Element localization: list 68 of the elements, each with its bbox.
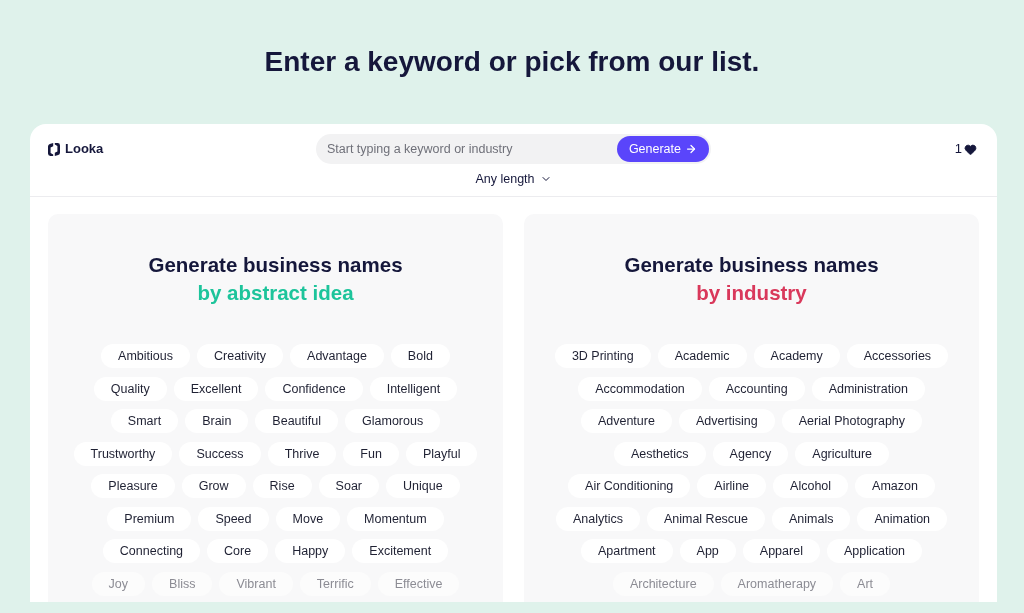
keyword-chip[interactable]: Advertising [678,409,775,433]
keyword-chip[interactable]: Intelligent [369,376,458,401]
keyword-chip[interactable]: Brain [185,409,249,433]
keyword-chip[interactable]: Premium [107,506,192,531]
keyword-chip[interactable]: Academy [753,344,840,368]
keyword-chip[interactable]: Bold [390,344,450,368]
search-field[interactable]: Start typing a keyword or industry Generate [316,134,711,164]
keyword-chip[interactable]: Quality [93,376,167,401]
keyword-chip[interactable]: Aesthetics [613,441,706,466]
generate-button[interactable]: Generate [616,136,709,162]
keyword-chip[interactable]: Accommodation [578,376,702,401]
keyword-chip[interactable]: Trustworthy [73,441,173,466]
keyword-chip[interactable]: Air Conditioning [568,474,691,498]
keyword-chip[interactable]: Fun [343,441,399,466]
keyword-chip[interactable]: Accounting [708,376,805,401]
panel-subtitle: by abstract idea [197,280,354,306]
keyword-chip[interactable]: Success [179,441,261,466]
panel-title: Generate business names [148,252,403,278]
keyword-chip[interactable]: Ambitious [101,344,190,368]
keyword-chip[interactable]: Speed [198,506,269,531]
keyword-chip[interactable]: Excitement [352,539,449,563]
keyword-chip[interactable]: Grow [181,474,246,498]
keyword-chip[interactable]: Adventure [580,409,672,433]
keyword-chip[interactable]: Amazon [855,474,935,498]
keyword-chip[interactable]: Animal Rescue [646,506,765,531]
keyword-chip[interactable]: Application [826,539,923,563]
keyword-chip[interactable]: Aerial Photography [781,409,923,433]
keyword-chip[interactable]: Administration [811,376,925,401]
keyword-chip[interactable]: App [679,539,736,563]
keyword-chip[interactable]: Smart [110,409,179,433]
keyword-chip[interactable]: Momentum [347,506,444,531]
keyword-chip[interactable]: Academic [657,344,747,368]
favorites-button[interactable]: 1 [954,139,977,159]
keyword-chip[interactable]: Happy [275,539,346,563]
length-dropdown[interactable]: Any length [475,170,552,188]
keyword-chip[interactable]: Animals [772,506,851,531]
panel-subtitle: by industry [696,280,807,306]
keyword-chip[interactable]: Airline [697,474,767,498]
keyword-chip[interactable]: Apartment [580,539,673,563]
keyword-chip[interactable]: Analytics [555,506,640,531]
keyword-chip[interactable]: Animation [857,506,948,531]
keyword-chip[interactable]: Beautiful [255,409,338,433]
keyword-chip[interactable]: Confidence [265,376,363,401]
keyword-chip[interactable]: Accessories [846,344,949,368]
keyword-chip[interactable]: Soar [318,474,379,498]
keyword-chip[interactable]: Unique [386,474,460,498]
keyword-chip[interactable]: Move [275,506,341,531]
panel-title: Generate business names [624,252,879,278]
keyword-chip[interactable]: Rise [252,474,312,498]
keyword-chip[interactable]: Pleasure [91,474,175,498]
heart-icon [964,142,977,156]
keyword-chip[interactable]: Apparel [742,539,820,563]
keyword-chip[interactable]: Agriculture [795,441,890,466]
keyword-chip[interactable]: Creativity [197,344,284,368]
keyword-chip[interactable]: Excellent [173,376,259,401]
keyword-chip[interactable]: Alcohol [773,474,849,498]
keyword-chip[interactable]: Playful [405,441,478,466]
brand-name: Looka [65,140,104,159]
keyword-chip[interactable]: Glamorous [345,409,441,433]
keyword-chip[interactable]: Agency [712,441,789,466]
keyword-chip[interactable]: Connecting [102,539,201,563]
keyword-chip[interactable]: Advantage [290,344,384,368]
keyword-chip[interactable]: 3D Printing [554,344,651,368]
keyword-chip[interactable]: Core [207,539,269,563]
logo-mark-icon [48,142,60,156]
arrow-right-icon [685,143,697,155]
page-heading: Enter a keyword or pick from our list. [264,45,760,79]
keyword-chip[interactable]: Thrive [267,441,337,466]
